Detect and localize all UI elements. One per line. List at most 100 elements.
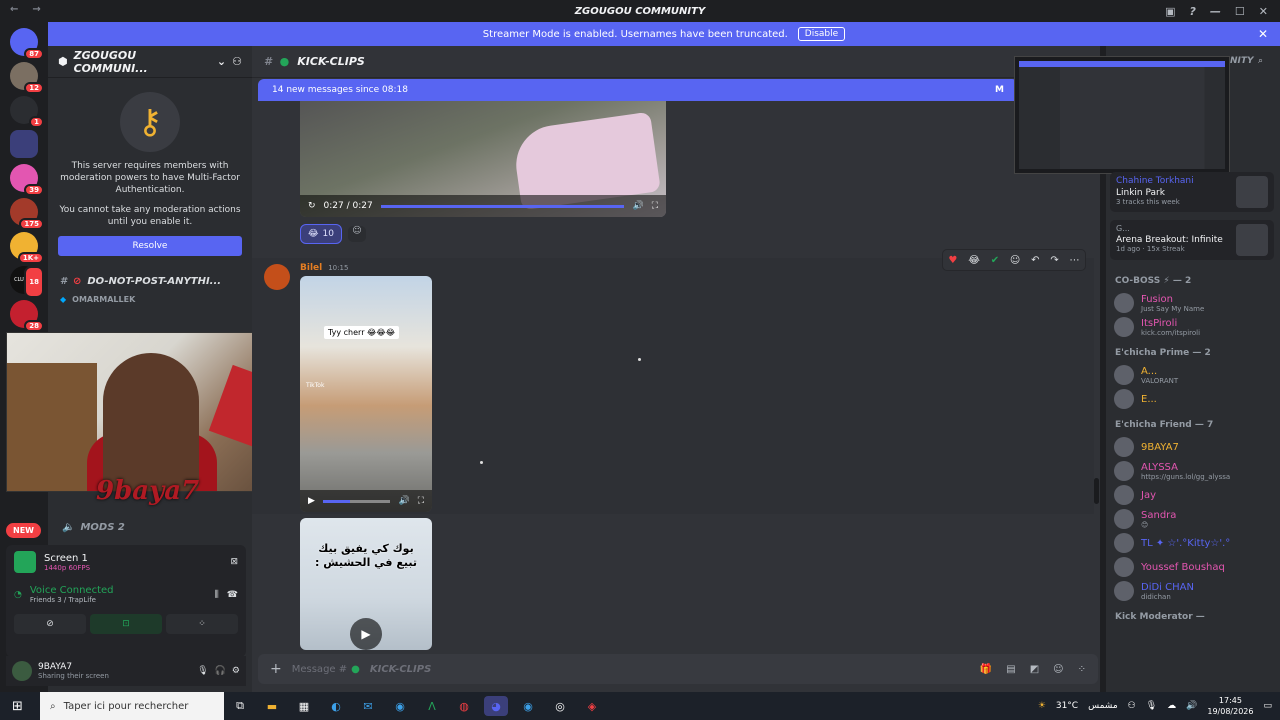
disable-button[interactable]: Disable [797, 27, 846, 41]
message-author[interactable]: Bilel 10:15 [300, 263, 348, 273]
server-icon[interactable]: 175 [10, 198, 44, 230]
discord-icon[interactable]: ◕ [484, 696, 508, 716]
server-icon[interactable]: CLUTCH18 [10, 266, 44, 298]
avatar[interactable] [264, 264, 290, 290]
nvidia-icon[interactable]: Λ [420, 696, 444, 716]
video-progress[interactable] [380, 204, 625, 208]
video-attachment[interactable]: Tyy cherr 😂😂😂 TikTok ▶ 🔊 ⛶ [300, 276, 432, 512]
volume-icon[interactable]: 🔊 [632, 201, 643, 211]
member-item[interactable]: Youssef Boushaq [1114, 554, 1274, 580]
file-explorer-icon[interactable]: ▬ [260, 696, 284, 716]
people-icon[interactable]: ⚇ [1128, 701, 1136, 711]
forward-icon[interactable]: ↷ [1050, 255, 1058, 266]
activity-card[interactable]: Chahine Torkhani Linkin Park 3 tracks th… [1110, 172, 1274, 212]
sticker-icon[interactable]: ◩ [1030, 664, 1039, 675]
network-icon[interactable]: ☁ [1167, 701, 1176, 711]
video-progress[interactable] [322, 499, 391, 503]
server-icon[interactable]: 39 [10, 164, 44, 196]
resolve-button[interactable]: Resolve [58, 236, 242, 256]
activities-button[interactable]: ⁘ [166, 614, 238, 634]
server-icon[interactable]: 12 [10, 62, 44, 94]
add-attachment-icon[interactable]: + [270, 661, 282, 677]
member-item[interactable]: Sandra 😊 [1114, 506, 1274, 532]
disconnect-icon[interactable]: ☎ [227, 590, 238, 600]
check-reaction-icon[interactable]: ✔ [991, 255, 999, 266]
apps-icon[interactable]: ⁘ [1078, 664, 1086, 675]
close-window-button[interactable]: ✕ [1259, 5, 1268, 18]
add-member-icon[interactable]: ⚇ [232, 55, 242, 68]
more-icon[interactable]: ⋯ [1070, 255, 1080, 266]
chrome-icon[interactable]: ◍ [452, 696, 476, 716]
laugh-reaction-icon[interactable]: 😂 [968, 255, 980, 266]
server-icon[interactable]: 1 [10, 96, 44, 128]
gif-icon[interactable]: ▤ [1006, 664, 1015, 675]
screen-share-button[interactable]: ⊡ [90, 614, 162, 634]
video-attachment[interactable]: بوك كي يفيق بيك تبيع في الحشيش : ▶ [300, 518, 432, 650]
camera-off-button[interactable]: ⊘ [14, 614, 86, 634]
member-item[interactable]: DiDi CHAN didichan [1114, 578, 1274, 604]
reaction-pill[interactable]: 😂 10 [300, 224, 342, 244]
mail-icon[interactable]: ✉ [356, 696, 380, 716]
play-icon[interactable]: ▶ [350, 618, 382, 650]
nav-arrows[interactable]: ← → [10, 4, 41, 15]
member-item[interactable]: ALYSSA https://guns.lol/gg_alyssa [1114, 458, 1274, 484]
server-icon[interactable]: 1K+ [10, 232, 44, 264]
server-header[interactable]: ⬢ ZGOUGOU COMMUNI... ⌄ ⚇ [48, 46, 252, 78]
weather-temp[interactable]: 31°C [1056, 701, 1078, 711]
emoji-icon[interactable]: ☺ [1053, 664, 1063, 675]
voice-user[interactable]: ◆ OMARMALLEK [48, 290, 252, 308]
edge-icon[interactable]: ◐ [324, 696, 348, 716]
steam-icon[interactable]: ◉ [388, 696, 412, 716]
inbox-icon[interactable]: ▣ [1165, 5, 1175, 18]
member-item[interactable]: E... [1114, 386, 1274, 412]
fullscreen-icon[interactable]: ⛶ [652, 201, 658, 211]
back-icon[interactable]: ← [10, 4, 18, 15]
message-composer[interactable]: + Message # ● KICK-CLIPS 🎁 ▤ ◩ ☺ ⁘ [258, 654, 1098, 684]
new-messages-bar[interactable]: 14 new messages since 08:18 M [258, 79, 1018, 101]
chevron-down-icon[interactable]: ⌄ [217, 55, 226, 68]
notification-icon[interactable]: ▭ [1263, 701, 1272, 711]
stop-stream-icon[interactable]: ⊠ [230, 557, 238, 567]
play-icon[interactable]: ▶ [308, 496, 315, 506]
maximize-button[interactable]: ☐ [1235, 5, 1245, 18]
channel-item[interactable]: # ⊘ DO-NOT-POST-ANYTHI... [48, 272, 252, 290]
heart-reaction-icon[interactable]: ♥ [948, 255, 957, 266]
avatar[interactable] [12, 661, 32, 681]
volume-icon[interactable]: 🔊 [398, 496, 409, 506]
server-icon[interactable]: 28 [10, 300, 44, 332]
video-attachment[interactable]: ↻ 0:27 / 0:27 🔊 ⛶ [300, 101, 666, 217]
screen-share-row[interactable]: Screen 1 1440p 60FPS ⊠ [14, 551, 238, 573]
member-item[interactable]: Fusion Just Say My Name [1114, 290, 1274, 316]
headphones-icon[interactable]: 🎧 [215, 666, 226, 676]
mark-read-text[interactable]: M [995, 85, 1004, 95]
member-item[interactable]: 9BAYA7 [1114, 434, 1274, 460]
screen-share-preview[interactable] [1014, 56, 1230, 174]
minimize-button[interactable]: — [1210, 5, 1221, 18]
steam-icon[interactable]: ◉ [516, 696, 540, 716]
member-item[interactable]: ItsPiroli kick.com/itspiroli [1114, 314, 1274, 340]
close-icon[interactable]: ✕ [1258, 27, 1268, 41]
folder-icon[interactable] [10, 130, 38, 158]
add-reaction-icon[interactable]: ☺ [1010, 255, 1020, 266]
noise-suppression-icon[interactable]: ⫼ [215, 590, 219, 600]
author-name[interactable]: Bilel [300, 263, 322, 273]
windows-start-icon[interactable]: ⊞ [12, 699, 23, 714]
search-icon[interactable]: ⌕ [1258, 56, 1263, 66]
microphone-tray-icon[interactable]: 🎙 [1146, 701, 1157, 711]
member-item[interactable]: A... VALORANT [1114, 362, 1274, 388]
member-item[interactable]: TL ✦ ☆'.°Kitty☆'.° [1114, 530, 1274, 556]
reply-icon[interactable]: ↶ [1031, 255, 1039, 266]
add-reaction-icon[interactable]: ☺ [348, 226, 366, 242]
forward-icon[interactable]: → [32, 4, 40, 15]
taskbar-clock[interactable]: 17:45 19/08/2026 [1207, 695, 1253, 717]
channel-item[interactable]: 🔈 MODS 2 [50, 518, 250, 536]
dm-home-icon[interactable]: 87 [10, 28, 44, 60]
scrollbar-thumb[interactable] [1094, 478, 1099, 504]
replay-icon[interactable]: ↻ [308, 201, 316, 211]
app-icon[interactable]: ◈ [580, 696, 604, 716]
member-item[interactable]: Jay [1114, 482, 1274, 508]
fullscreen-icon[interactable]: ⛶ [418, 496, 424, 506]
obs-icon[interactable]: ◎ [548, 696, 572, 716]
activity-card[interactable]: G... Arena Breakout: Infinite 1d ago · 1… [1110, 220, 1274, 260]
gear-icon[interactable]: ⚙ [232, 666, 240, 676]
